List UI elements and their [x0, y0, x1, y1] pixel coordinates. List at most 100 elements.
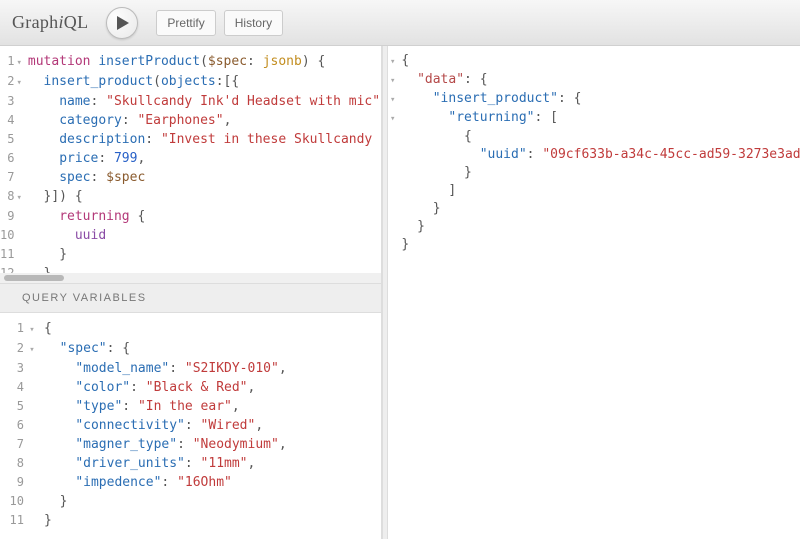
variables-editor[interactable]: 1▾{2▾ "spec": {3 "model_name": "S2IKDY-0…: [0, 313, 381, 539]
code-line: 12 }: [0, 264, 381, 273]
code-line: 7 "magner_type": "Neodymium",: [0, 435, 381, 454]
code-line: 3 name: "Skullcandy Ink'd Headset with m…: [0, 92, 381, 111]
execute-button[interactable]: [106, 7, 138, 39]
code-line: 4 "color": "Black & Red",: [0, 378, 381, 397]
code-content: }: [22, 264, 381, 273]
code-line: ▾ "data": {: [388, 71, 800, 90]
toolbar: GraphiQL Prettify History: [0, 0, 800, 46]
fold-marker: [26, 511, 38, 530]
code-line: ▾{: [388, 52, 800, 71]
code-content: }: [395, 200, 800, 218]
fold-marker[interactable]: ▾: [16, 52, 21, 72]
line-number: 5: [0, 397, 26, 416]
fold-marker: [26, 454, 38, 473]
code-content: {: [38, 319, 381, 339]
fold-marker[interactable]: ▾: [26, 339, 38, 359]
code-line: 1▾{: [0, 319, 381, 339]
code-line: }: [388, 200, 800, 218]
fold-marker[interactable]: ▾: [16, 72, 21, 92]
line-number: 10: [0, 226, 16, 245]
code-line: 2▾ insert_product(objects:[{: [0, 72, 381, 92]
line-number: 5: [0, 130, 16, 149]
code-content: insert_product(objects:[{: [22, 72, 381, 92]
code-line: 9 returning {: [0, 207, 381, 226]
line-number: 1: [0, 319, 26, 339]
line-number: 9: [0, 473, 26, 492]
code-content: "driver_units": "11mm",: [38, 454, 381, 473]
code-content: "connectivity": "Wired",: [38, 416, 381, 435]
play-icon: [117, 16, 129, 30]
code-content: }: [38, 492, 381, 511]
code-content: category: "Earphones",: [22, 111, 381, 130]
code-line: 6 price: 799,: [0, 149, 381, 168]
line-number: 2: [0, 72, 16, 92]
code-content: name: "Skullcandy Ink'd Headset with mic…: [22, 92, 381, 111]
line-number: 4: [0, 378, 26, 397]
code-line: 2▾ "spec": {: [0, 339, 381, 359]
code-content: description: "Invest in these Skullcandy…: [22, 130, 381, 149]
code-line: {: [388, 128, 800, 146]
fold-marker[interactable]: ▾: [390, 52, 395, 71]
code-content: "model_name": "S2IKDY-010",: [38, 359, 381, 378]
fold-marker[interactable]: ▾: [390, 90, 395, 109]
code-content: "insert_product": {: [395, 90, 800, 109]
code-content: {: [395, 128, 800, 146]
code-content: returning {: [22, 207, 381, 226]
code-content: uuid: [22, 226, 381, 245]
horizontal-scrollbar[interactable]: [0, 273, 381, 283]
fold-marker: [26, 397, 38, 416]
code-line: 11}: [0, 511, 381, 530]
code-line: 3 "model_name": "S2IKDY-010",: [0, 359, 381, 378]
code-line: ▾ "returning": [: [388, 109, 800, 128]
line-number: 3: [0, 359, 26, 378]
prettify-button[interactable]: Prettify: [156, 10, 215, 36]
query-variables-header[interactable]: Query Variables: [0, 283, 381, 313]
code-line: }: [388, 164, 800, 182]
line-number: 11: [0, 511, 26, 530]
code-line: }: [388, 218, 800, 236]
code-line: 11 }: [0, 245, 381, 264]
fold-marker[interactable]: ▾: [16, 187, 21, 207]
line-number: 11: [0, 245, 16, 264]
code-content: "color": "Black & Red",: [38, 378, 381, 397]
code-content: "spec": {: [38, 339, 381, 359]
code-content: "impedence": "16Ohm": [38, 473, 381, 492]
line-number: 4: [0, 111, 16, 130]
result-pane: ▾{▾ "data": {▾ "insert_product": {▾ "ret…: [388, 46, 800, 539]
code-content: price: 799,: [22, 149, 381, 168]
code-line: 8▾ }]) {: [0, 187, 381, 207]
code-line: 4 category: "Earphones",: [0, 111, 381, 130]
code-line: 10 uuid: [0, 226, 381, 245]
response-viewer[interactable]: ▾{▾ "data": {▾ "insert_product": {▾ "ret…: [388, 46, 800, 539]
code-line: 5 description: "Invest in these Skullcan…: [0, 130, 381, 149]
fold-marker: [26, 416, 38, 435]
fold-marker[interactable]: ▾: [26, 319, 38, 339]
query-editor[interactable]: 1▾mutation insertProduct($spec: jsonb) {…: [0, 46, 381, 273]
fold-marker: [26, 378, 38, 397]
fold-marker: [26, 492, 38, 511]
code-line: }: [388, 236, 800, 254]
code-content: spec: $spec: [22, 168, 381, 187]
code-line: 8 "driver_units": "11mm",: [0, 454, 381, 473]
code-content: "returning": [: [395, 109, 800, 128]
code-content: "data": {: [395, 71, 800, 90]
code-line: 6 "connectivity": "Wired",: [0, 416, 381, 435]
code-line: 9 "impedence": "16Ohm": [0, 473, 381, 492]
code-line: "uuid": "09cf633b-a34c-45cc-ad59-3273e3a…: [388, 146, 800, 164]
code-line: 5 "type": "In the ear",: [0, 397, 381, 416]
code-content: "type": "In the ear",: [38, 397, 381, 416]
history-button[interactable]: History: [224, 10, 283, 36]
code-content: "magner_type": "Neodymium",: [38, 435, 381, 454]
code-content: }: [22, 245, 381, 264]
fold-marker[interactable]: ▾: [390, 71, 395, 90]
code-content: mutation insertProduct($spec: jsonb) {: [22, 52, 381, 72]
line-number: 6: [0, 416, 26, 435]
left-pane: 1▾mutation insertProduct($spec: jsonb) {…: [0, 46, 382, 539]
code-content: }: [395, 218, 800, 236]
code-content: }: [395, 236, 800, 254]
line-number: 7: [0, 168, 16, 187]
code-content: ]: [395, 182, 800, 200]
fold-marker[interactable]: ▾: [390, 109, 395, 128]
code-content: }]) {: [22, 187, 381, 207]
line-number: 8: [0, 454, 26, 473]
